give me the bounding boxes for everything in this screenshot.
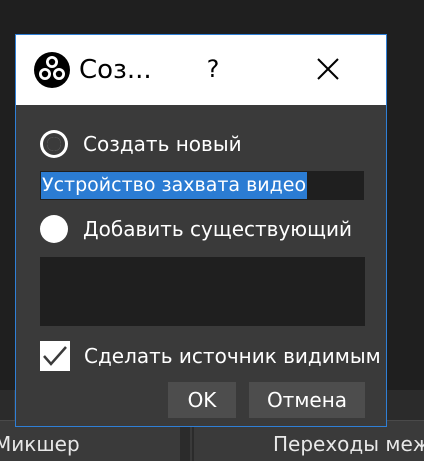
mixer-dock-label: Микшер [0,432,80,456]
checkmark-icon [43,346,67,366]
add-existing-radio[interactable] [40,215,68,243]
dialog-title: Соз... [79,55,152,85]
existing-sources-list[interactable] [40,257,365,326]
cancel-button[interactable]: Отмена [249,382,365,418]
create-source-dialog: Соз... ? Создать новый Устройство захват… [15,34,387,427]
dialog-titlebar[interactable]: Соз... ? [16,35,386,105]
make-visible-checkbox[interactable] [40,341,70,371]
radio-dot [47,137,61,151]
source-name-selected-text: Устройство захвата видео [41,172,308,199]
source-name-input[interactable]: Устройство захвата видео [40,171,364,200]
add-existing-radio-row[interactable]: Добавить существующий [40,215,352,243]
create-new-label: Создать новый [83,132,242,156]
close-icon[interactable] [311,52,345,86]
make-visible-label: Сделать источник видимым [84,344,381,368]
create-new-radio[interactable] [40,130,68,158]
create-new-radio-row[interactable]: Создать новый [40,130,242,158]
help-button[interactable]: ? [201,53,225,85]
transitions-dock-label: Переходы меж [273,432,424,456]
ok-button[interactable]: OK [168,382,236,418]
make-visible-row[interactable]: Сделать источник видимым [40,341,381,371]
screen: Микшер Переходы меж Соз... ? Создать нов… [0,0,424,461]
add-existing-label: Добавить существующий [83,217,352,241]
obs-logo-icon [34,52,70,88]
radio-ring [43,133,65,155]
